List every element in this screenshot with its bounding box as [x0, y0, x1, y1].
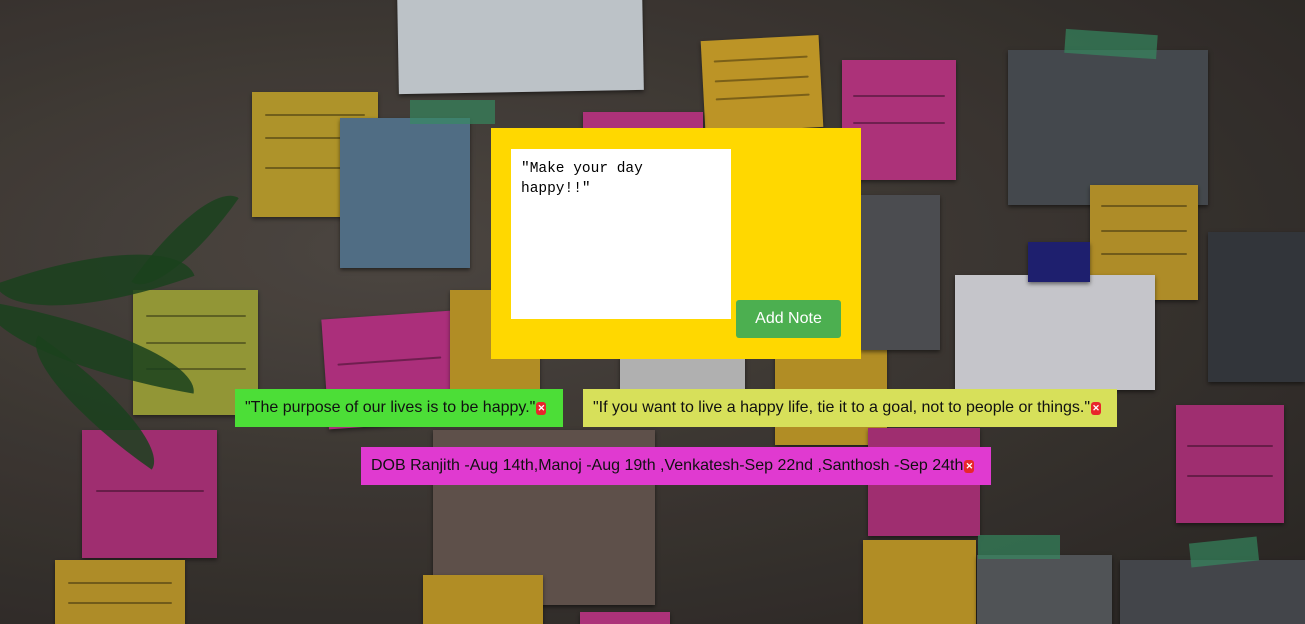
note-item: DOB Ranjith -Aug 14th,Manoj -Aug 19th ,V…	[361, 447, 991, 485]
note-text: "The purpose of our lives is to be happy…	[245, 399, 536, 416]
add-note-button[interactable]: Add Note	[736, 300, 841, 338]
close-icon[interactable]: ✕	[1091, 401, 1101, 415]
note-textarea[interactable]: "Make your day happy!!"	[511, 149, 731, 319]
note-text: DOB Ranjith -Aug 14th,Manoj -Aug 19th ,V…	[371, 457, 964, 474]
note-item: "If you want to live a happy life, tie i…	[583, 389, 1117, 427]
close-icon[interactable]: ✕	[536, 401, 547, 415]
note-input-panel: "Make your day happy!!" Add Note	[491, 128, 861, 359]
note-text: "If you want to live a happy life, tie i…	[593, 399, 1090, 416]
close-icon[interactable]: ✕	[964, 459, 975, 473]
note-item: "The purpose of our lives is to be happy…	[235, 389, 563, 427]
